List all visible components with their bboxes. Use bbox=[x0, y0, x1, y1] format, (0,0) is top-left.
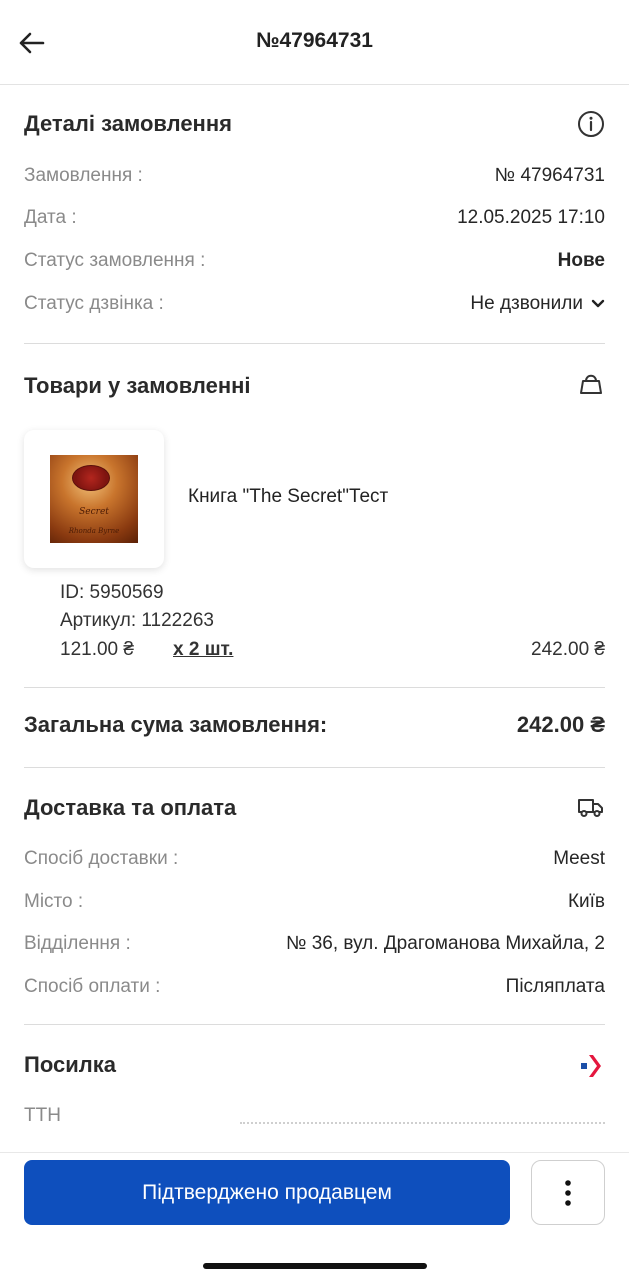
order-total-value: 242.00 ₴ bbox=[516, 712, 605, 737]
delivery-method-row: Спосіб доставки : Meest bbox=[24, 844, 605, 874]
order-date-label: Дата : bbox=[24, 207, 77, 228]
order-status-row: Статус замовлення : Нове bbox=[24, 246, 605, 276]
parcel-title: Посилка bbox=[24, 1052, 116, 1077]
delivery-method-label: Спосіб доставки : bbox=[24, 848, 179, 869]
call-status-value: Не дзвонили bbox=[470, 293, 583, 314]
call-status-row: Статус дзвінка : Не дзвонили bbox=[24, 289, 605, 319]
payment-method-row: Спосіб оплати : Післяплата bbox=[24, 972, 605, 1002]
call-status-dropdown[interactable]: Не дзвонили bbox=[470, 293, 605, 315]
ttn-row: ТТН bbox=[24, 1101, 224, 1131]
order-total-label: Загальна сума замовлення: bbox=[24, 712, 328, 737]
order-number-value: № 47964731 bbox=[494, 165, 605, 186]
product-image-card[interactable]: Secret Rhonda Byrne bbox=[24, 430, 164, 568]
ttn-label: ТТН bbox=[24, 1105, 61, 1126]
product-image: Secret Rhonda Byrne bbox=[50, 455, 138, 543]
delivery-method-value: Meest bbox=[553, 848, 605, 869]
branch-label: Відділення : bbox=[24, 933, 131, 954]
meest-logo-icon bbox=[581, 1055, 601, 1077]
product-id: ID: 5950569 bbox=[60, 582, 164, 603]
product-sku: Артикул: 1122263 bbox=[60, 610, 214, 631]
order-total-row: Загальна сума замовлення: 242.00 ₴ bbox=[24, 712, 605, 738]
bottom-action-bar: Підтверджено продавцем bbox=[0, 1152, 629, 1280]
confirmed-by-seller-button[interactable]: Підтверджено продавцем bbox=[24, 1160, 510, 1225]
truck-icon bbox=[578, 799, 603, 817]
branch-value: № 36, вул. Драгоманова Михайла, 2 bbox=[286, 933, 605, 954]
divider bbox=[24, 343, 605, 344]
top-bar: №47964731 bbox=[0, 0, 629, 85]
truck-icon-wrap bbox=[577, 793, 605, 821]
order-date-row: Дата : 12.05.2025 17:10 bbox=[24, 203, 605, 233]
info-button[interactable] bbox=[577, 110, 605, 138]
book-cover-title: Secret bbox=[79, 507, 109, 517]
product-line-total: 242.00 ₴ bbox=[531, 639, 605, 660]
order-status-label: Статус замовлення : bbox=[24, 250, 206, 271]
city-value: Київ bbox=[567, 891, 605, 912]
ttn-input[interactable] bbox=[240, 1122, 605, 1124]
payment-method-value: Післяплата bbox=[505, 976, 605, 997]
page-title: №47964731 bbox=[256, 29, 373, 52]
order-date-value: 12.05.2025 17:10 bbox=[457, 207, 605, 228]
book-cover-author: Rhonda Byrne bbox=[68, 527, 120, 535]
city-row: Місто : Київ bbox=[24, 887, 605, 917]
home-indicator bbox=[203, 1263, 427, 1269]
order-number-row: Замовлення : № 47964731 bbox=[24, 161, 605, 191]
call-status-label: Статус дзвінка : bbox=[24, 293, 164, 314]
order-status-value: Нове bbox=[557, 250, 605, 271]
divider bbox=[24, 687, 605, 688]
product-price: 121.00 ₴ bbox=[60, 639, 134, 660]
meest-logo-wrap bbox=[577, 1052, 605, 1080]
city-label: Місто : bbox=[24, 891, 84, 912]
branch-row: Відділення : № 36, вул. Драгоманова Миха… bbox=[24, 929, 605, 959]
order-details-title: Деталі замовлення bbox=[24, 111, 232, 136]
more-options-button[interactable] bbox=[531, 1160, 605, 1225]
divider bbox=[24, 767, 605, 768]
delivery-title: Доставка та оплата bbox=[24, 795, 237, 820]
divider bbox=[24, 1024, 605, 1025]
bag-icon-wrap bbox=[577, 370, 605, 398]
order-number-label: Замовлення : bbox=[24, 165, 143, 186]
chevron-down-icon bbox=[591, 299, 605, 308]
product-quantity[interactable]: x 2 шт. bbox=[173, 639, 233, 661]
book-seal bbox=[72, 465, 110, 491]
more-vertical-icon bbox=[565, 1179, 571, 1206]
info-icon bbox=[578, 111, 604, 137]
products-title: Товари у замовленні bbox=[24, 373, 251, 398]
shopping-bag-icon bbox=[580, 374, 602, 394]
product-name: Книга "The Secret"Тест bbox=[188, 486, 389, 507]
payment-method-label: Спосіб оплати : bbox=[24, 976, 161, 997]
